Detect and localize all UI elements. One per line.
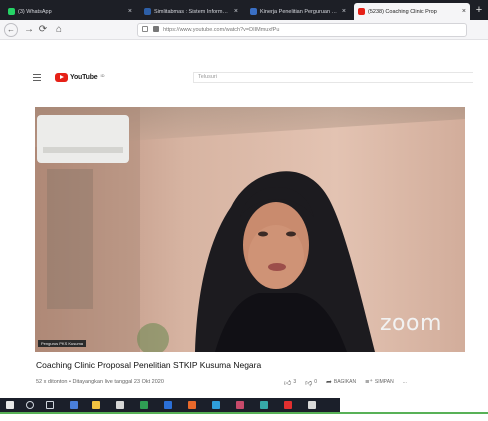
app-icon[interactable] [308, 401, 316, 409]
tab-whatsapp[interactable]: (3) WhatsApp × [4, 3, 136, 20]
file-explorer-icon[interactable] [92, 401, 100, 409]
logo-text: YouTube [70, 73, 98, 81]
tab-simlitabmas[interactable]: Simlitabmas : Sistem Informasi Pen × [140, 3, 242, 20]
tab-youtube-active[interactable]: (5238) Coaching Clinic Prop × [354, 3, 470, 20]
save-label: SIMPAN [374, 379, 394, 385]
tab-kinerja[interactable]: Kinerja Penelitian Perguruan Tinggi × [246, 3, 350, 20]
dislike-button[interactable]: 👎︎ 0 [305, 378, 317, 387]
share-icon: ➦ [326, 379, 332, 386]
tab-label: Simlitabmas : Sistem Informasi Pen [154, 8, 231, 15]
whatsapp-icon [8, 8, 15, 15]
reload-button[interactable]: ⟳ [36, 23, 50, 37]
thumbs-up-icon: 👍︎ [284, 379, 292, 387]
video-player[interactable]: zoom Pengurus PKS Kusuma [35, 107, 465, 352]
video-title: Coaching Clinic Proposal Penelitian STKI… [36, 360, 262, 370]
browser-nav-bar: ← → ⟳ ⌂ https://www.youtube.com/watch?v=… [0, 20, 488, 40]
youtube-logo[interactable]: YouTube ID [55, 72, 105, 82]
app-icon[interactable] [116, 401, 124, 409]
app-icon[interactable] [284, 401, 292, 409]
firefox-icon[interactable] [188, 401, 196, 409]
share-button[interactable]: ➦ BAGIKAN [326, 378, 356, 386]
tab-label: Kinerja Penelitian Perguruan Tinggi [260, 8, 339, 15]
edge-icon[interactable] [70, 401, 78, 409]
zoom-app-icon[interactable] [212, 401, 220, 409]
menu-icon[interactable] [33, 74, 41, 81]
logo-region: ID [100, 72, 105, 78]
thumbs-down-icon: 👎︎ [305, 379, 313, 387]
video-meta: 52 x ditonton • Ditayangkan live tanggal… [36, 379, 164, 385]
task-view-icon[interactable] [46, 401, 54, 409]
more-button[interactable]: ... [403, 379, 407, 385]
close-icon[interactable]: × [342, 8, 346, 15]
windows-start-icon[interactable] [6, 401, 14, 409]
browser-tab-bar: (3) WhatsApp × Simlitabmas : Sistem Info… [0, 0, 488, 20]
accent-line [0, 412, 488, 414]
home-button[interactable]: ⌂ [52, 23, 66, 37]
lock-icon [152, 26, 159, 32]
url-text: https://www.youtube.com/watch?v=DIIMmuxf… [163, 27, 280, 33]
address-bar[interactable]: https://www.youtube.com/watch?v=DIIMmuxf… [137, 23, 467, 37]
tab-label: (3) WhatsApp [18, 8, 52, 15]
zoom-watermark: zoom [380, 311, 442, 336]
tab-label: (5238) Coaching Clinic Prop [368, 8, 437, 15]
close-icon[interactable]: × [128, 8, 132, 15]
shield-icon [142, 26, 148, 32]
close-icon[interactable]: × [234, 8, 238, 15]
site-icon [144, 8, 151, 15]
playlist-add-icon: ≡⁺ [365, 379, 373, 386]
forward-button[interactable]: → [22, 23, 36, 37]
share-label: BAGIKAN [333, 379, 357, 385]
like-button[interactable]: 👍︎ 3 [284, 378, 296, 387]
search-input[interactable]: Telusuri [193, 72, 473, 83]
new-tab-button[interactable]: + [472, 2, 486, 18]
save-button[interactable]: ≡⁺ SIMPAN [365, 378, 394, 386]
back-button[interactable]: ← [4, 23, 18, 37]
video-actions: 👍︎ 3 👎︎ 0 ➦ BAGIKAN ≡⁺ SIMPAN ... [284, 377, 407, 387]
youtube-header [0, 41, 488, 69]
app-icon[interactable] [236, 401, 244, 409]
participant-name-label: Pengurus PKS Kusuma [38, 340, 87, 347]
like-count: 3 [293, 379, 297, 385]
word-icon[interactable] [164, 401, 172, 409]
app-icon[interactable] [260, 401, 268, 409]
site-icon [250, 8, 257, 15]
youtube-play-icon [55, 72, 68, 82]
excel-icon[interactable] [140, 401, 148, 409]
search-icon[interactable] [26, 401, 34, 409]
youtube-icon [358, 8, 365, 15]
more-icon: ... [402, 379, 407, 385]
close-icon[interactable]: × [462, 8, 466, 15]
dislike-count: 0 [314, 379, 317, 385]
